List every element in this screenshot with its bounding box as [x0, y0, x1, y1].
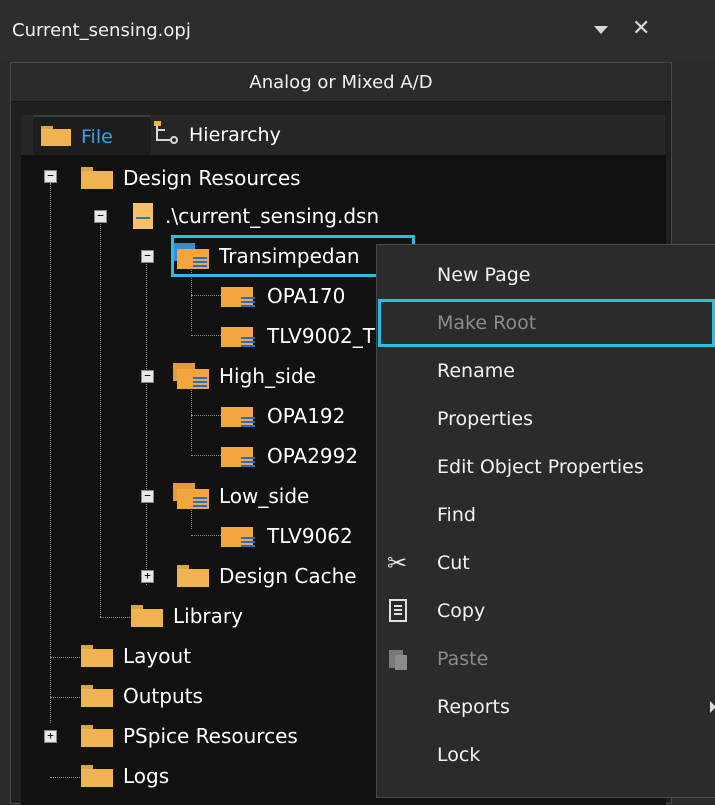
expand-toggle-icon[interactable]: + [141, 570, 154, 583]
schematic-page-icon [221, 403, 257, 429]
schematic-page-icon [221, 283, 257, 309]
folder-icon [131, 605, 163, 627]
menu-item-lock[interactable]: Lock [377, 731, 715, 779]
tree-connector [191, 335, 221, 336]
tree-item-label: OPA2992 [267, 444, 359, 468]
tree-item-design-resources[interactable]: Design Resources [81, 163, 301, 193]
menu-item-paste[interactable]: Paste [377, 635, 715, 683]
menu-item-new-page[interactable]: New Page [377, 251, 715, 299]
tree-connector [100, 617, 130, 618]
tree-item-high-side[interactable]: High_side [173, 361, 316, 391]
tree-item-library[interactable]: Library [131, 601, 243, 631]
schematic-document-icon [133, 203, 155, 229]
menu-item-edit-object-properties[interactable]: Edit Object Properties [377, 443, 715, 491]
design-mode-label: Analog or Mixed A/D [249, 71, 433, 93]
tree-item-outputs[interactable]: Outputs [81, 681, 203, 711]
tree-item-tlv9002[interactable]: TLV9002_T [221, 321, 375, 351]
folder-icon [41, 124, 71, 151]
menu-item-rename[interactable]: Rename [377, 347, 715, 395]
folder-icon [81, 765, 113, 787]
tree-item-dsn-file[interactable]: .\current_sensing.dsn [133, 201, 379, 231]
tree-item-label: Design Cache [219, 564, 357, 588]
schematic-page-icon [221, 523, 257, 549]
scissors-icon: ✂ [387, 549, 408, 577]
tree-item-label: .\current_sensing.dsn [165, 204, 380, 228]
close-icon[interactable]: ✕ [632, 16, 650, 41]
tree-connector [191, 535, 221, 536]
tree-item-label: TLV9062 [267, 524, 353, 548]
tree-item-opa192[interactable]: OPA192 [221, 401, 345, 431]
tree-connector [146, 261, 147, 585]
menu-item-find[interactable]: Find [377, 491, 715, 539]
tree-connector [191, 415, 221, 416]
collapse-toggle-icon[interactable]: − [141, 370, 154, 383]
paste-icon [387, 647, 411, 671]
design-mode-bar: Analog or Mixed A/D [11, 63, 671, 102]
tree-item-label: High_side [219, 364, 316, 388]
folder-icon [81, 167, 113, 189]
copy-icon [387, 599, 411, 623]
panel-title-bar: Current_sensing.opj ✕ [0, 0, 715, 62]
tree-item-opa170[interactable]: OPA170 [221, 281, 345, 311]
tab-file[interactable]: File [33, 115, 151, 157]
tree-connector [50, 183, 51, 723]
tree-item-label: OPA192 [267, 404, 346, 428]
tree-item-layout[interactable]: Layout [81, 641, 191, 671]
view-tabs: File Hierarchy [21, 115, 666, 157]
tree-item-logs[interactable]: Logs [81, 761, 169, 791]
menu-item-properties[interactable]: Properties [377, 395, 715, 443]
collapse-toggle-icon[interactable]: − [94, 210, 107, 223]
menu-item-cut[interactable]: ✂ Cut [377, 539, 715, 587]
tree-item-pspice-resources[interactable]: PSpice Resources [81, 721, 298, 751]
submenu-arrow-icon [710, 701, 715, 713]
tree-connector [191, 295, 221, 296]
tree-item-label: Outputs [123, 684, 203, 708]
schematic-folder-icon [173, 483, 209, 509]
tree-connector [100, 221, 101, 617]
schematic-page-icon [221, 323, 257, 349]
folder-icon [81, 685, 113, 707]
tree-connector [191, 455, 221, 456]
tree-item-label: Logs [123, 764, 170, 788]
schematic-page-icon [221, 443, 257, 469]
tree-item-tlv9062[interactable]: TLV9062 [221, 521, 353, 551]
hierarchy-icon [153, 120, 179, 151]
folder-icon [177, 565, 209, 587]
collapse-toggle-icon[interactable]: − [141, 250, 154, 263]
project-title: Current_sensing.opj [12, 20, 191, 41]
tab-hierarchy[interactable]: Hierarchy [153, 115, 281, 155]
tree-item-label: Layout [123, 644, 191, 668]
tree-item-low-side[interactable]: Low_side [173, 481, 309, 511]
chevron-down-icon[interactable] [594, 26, 608, 34]
expand-toggle-icon[interactable]: + [44, 730, 57, 743]
schematic-folder-icon [173, 363, 209, 389]
folder-icon [81, 725, 113, 747]
tree-item-label: PSpice Resources [123, 724, 298, 748]
tree-item-label: Low_side [219, 484, 310, 508]
make-root-highlight [378, 299, 715, 347]
menu-item-reports[interactable]: Reports [377, 683, 715, 731]
folder-icon [81, 645, 113, 667]
tab-hierarchy-label: Hierarchy [189, 124, 281, 146]
tree-item-label: Library [173, 604, 243, 628]
tree-item-opa2992[interactable]: OPA2992 [221, 441, 358, 471]
tree-item-label: TLV9002_T [267, 324, 375, 348]
tree-item-design-cache[interactable]: Design Cache [177, 561, 357, 591]
menu-item-copy[interactable]: Copy [377, 587, 715, 635]
collapse-toggle-icon[interactable]: − [141, 490, 154, 503]
tab-file-label: File [81, 126, 113, 148]
tree-item-label: Design Resources [123, 166, 301, 190]
tree-item-label: OPA170 [267, 284, 346, 308]
collapse-toggle-icon[interactable]: − [44, 170, 57, 183]
